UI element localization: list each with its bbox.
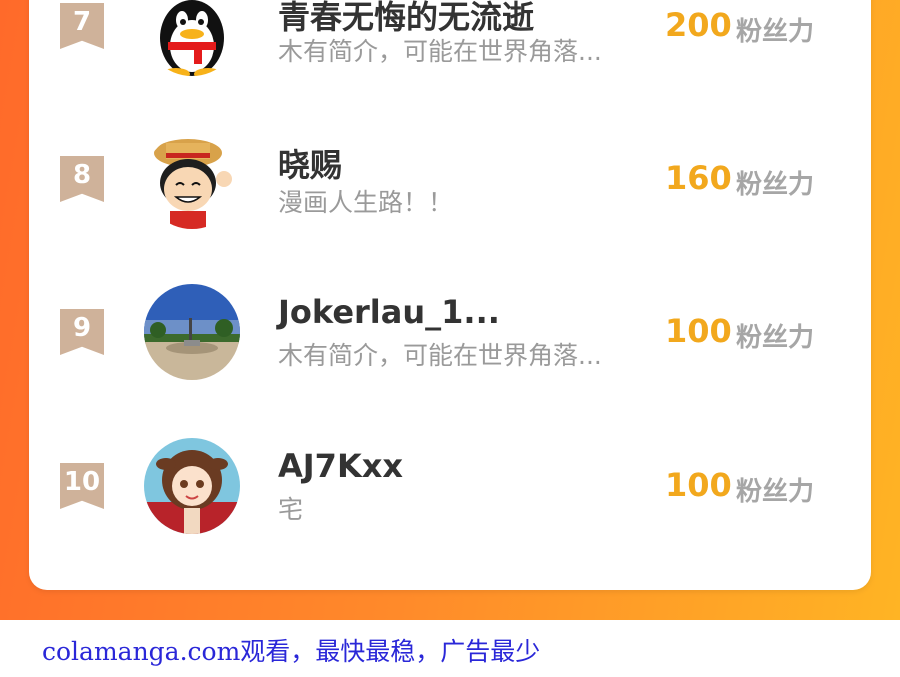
rank-badge: 7 — [60, 3, 104, 49]
fan-score: 100 — [665, 466, 732, 504]
site-watermark-link[interactable]: colamanga.com观看，最快最稳，广告最少 — [42, 632, 540, 668]
ranking-row[interactable]: 9 Jokerlau_1... 木有简介，可能在世界角落... 100 粉丝力 — [0, 278, 900, 388]
penguin-avatar[interactable] — [144, 0, 240, 76]
fan-score: 200 — [665, 6, 732, 44]
fan-score-unit: 粉丝力 — [736, 323, 815, 353]
ranking-row[interactable]: 10 AJ7Kxx 宅 100 粉丝力 — [0, 432, 900, 542]
anime-girl-avatar[interactable] — [144, 438, 240, 534]
fan-score: 160 — [665, 159, 732, 197]
user-bio: 木有简介，可能在世界角落... — [278, 37, 602, 66]
fan-score-unit: 粉丝力 — [736, 477, 815, 507]
user-bio: 木有简介，可能在世界角落... — [278, 341, 602, 370]
rank-badge: 10 — [60, 463, 104, 509]
user-name[interactable]: Jokerlau_1... — [278, 293, 500, 331]
user-name[interactable]: AJ7Kxx — [278, 447, 403, 485]
user-bio: 漫画人生路！！ — [278, 188, 454, 217]
ranking-row[interactable]: 8 晓赐 漫画人生路！！ 160 粉丝力 — [0, 125, 900, 235]
fan-score: 100 — [665, 312, 732, 350]
user-name[interactable]: 晓赐 — [278, 140, 342, 186]
cartoon-boy-avatar[interactable] — [144, 133, 240, 229]
rank-badge: 9 — [60, 309, 104, 355]
rank-badge: 8 — [60, 156, 104, 202]
fan-score-unit: 粉丝力 — [736, 170, 815, 200]
fan-score-unit: 粉丝力 — [736, 17, 815, 47]
ranking-row[interactable]: 7 青春无悔的无流逝 木有简介，可能在世界角落... 200 粉丝力 — [0, 0, 900, 82]
landscape-avatar[interactable] — [144, 284, 240, 380]
user-bio: 宅 — [278, 495, 304, 524]
